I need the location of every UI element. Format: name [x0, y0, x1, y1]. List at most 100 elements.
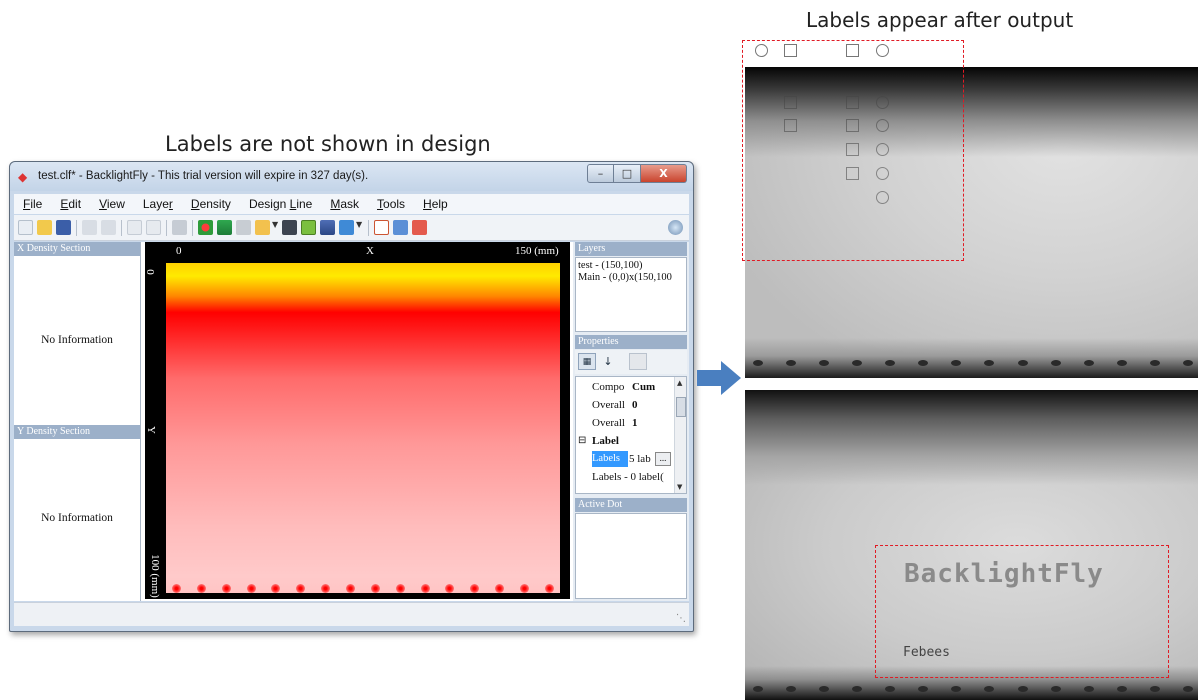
minimize-button[interactable]: – — [587, 164, 614, 183]
x-no-information: No Information — [41, 334, 113, 346]
led-dot — [1050, 360, 1061, 366]
x-density-section-header: X Density Section — [14, 242, 140, 256]
menu-layer[interactable]: Layer — [134, 197, 182, 211]
menu-layer-pre: Laye — [142, 197, 169, 211]
table-icon[interactable] — [412, 220, 427, 235]
print-icon[interactable] — [172, 220, 187, 235]
collapse-icon[interactable]: ⊟ — [578, 432, 586, 450]
chart-icon[interactable] — [339, 220, 354, 235]
menu-edit[interactable]: Edit — [51, 197, 90, 211]
undo-icon[interactable] — [82, 220, 97, 235]
menu-view[interactable]: View — [90, 197, 134, 211]
new-file-icon[interactable] — [18, 220, 33, 235]
sort-alpha-icon[interactable]: ↓ — [599, 353, 617, 370]
menu-density-rest: ensity — [199, 197, 231, 211]
menu-tools-rest: ools — [383, 197, 406, 211]
led-dot — [520, 584, 530, 593]
density-icon[interactable] — [198, 220, 213, 235]
layer-item[interactable]: Main - (0,0)x(150,100 — [578, 272, 684, 284]
window-icon[interactable] — [393, 220, 408, 235]
led-dot — [1083, 686, 1094, 692]
design-canvas[interactable]: 0 X 150 (mm) 0 Y 100 (mm) — [143, 242, 570, 599]
resize-grip-icon[interactable]: ⋱ — [676, 613, 686, 624]
categorized-icon[interactable]: ▦ — [578, 353, 596, 370]
led-dot — [470, 584, 480, 593]
led-dot — [918, 360, 929, 366]
led-dot — [420, 584, 430, 593]
property-row[interactable]: Overall 0 — [576, 396, 672, 414]
menu-file-rest: ile — [30, 197, 43, 211]
fill-icon[interactable] — [255, 220, 270, 235]
menu-tools[interactable]: Tools — [368, 197, 414, 211]
density-plot[interactable] — [166, 263, 560, 593]
close-button[interactable]: X — [641, 164, 687, 183]
active-dot-header: Active Dot — [575, 498, 687, 512]
property-scrollbar[interactable]: ▲ ▼ — [674, 377, 686, 493]
dropdown-icon[interactable]: ▼ — [272, 220, 280, 235]
property-row[interactable]: Labels - 0 label( — [576, 468, 672, 486]
scroll-up-icon[interactable]: ▲ — [677, 379, 682, 387]
menu-design-line[interactable]: Design Line — [240, 197, 321, 211]
y-ruler-start: 0 — [143, 269, 156, 275]
status-bar: ⋱ — [14, 602, 689, 626]
led-dot — [819, 686, 830, 692]
menu-help[interactable]: Help — [414, 197, 457, 211]
maximize-button[interactable]: □ — [614, 164, 641, 183]
open-folder-icon[interactable] — [37, 220, 52, 235]
pattern-icon[interactable] — [236, 220, 251, 235]
led-dot-row — [166, 581, 560, 593]
globe-icon[interactable] — [668, 220, 683, 235]
menu-layer-key: r — [168, 197, 173, 211]
copy-icon[interactable] — [127, 220, 142, 235]
led-dot — [1083, 360, 1094, 366]
y-ruler-label: Y — [144, 426, 157, 434]
property-row-selected[interactable]: Labels 5 lab ... — [576, 450, 672, 468]
layers-list: test - (150,100) Main - (0,0)x(150,100 — [575, 257, 687, 332]
menu-density[interactable]: Density — [182, 197, 240, 211]
led-dot — [321, 584, 331, 593]
property-key: Overall — [592, 399, 625, 411]
scroll-thumb[interactable] — [676, 397, 686, 417]
led-dot — [1182, 686, 1193, 692]
property-key: Overall — [592, 417, 625, 429]
window-controls: – □ X — [587, 164, 687, 183]
highlight-box-markers — [742, 40, 964, 261]
property-row[interactable]: Compo Cum — [576, 378, 672, 396]
line-chart-icon[interactable] — [374, 220, 389, 235]
led-dot — [918, 686, 929, 692]
led-dot-row — [753, 360, 1193, 368]
toolbar-separator — [192, 220, 193, 236]
mask-icon[interactable] — [320, 220, 335, 235]
label-group-row[interactable]: ⊟ Label — [576, 432, 672, 450]
y-ruler: 0 Y 100 (mm) — [143, 260, 165, 598]
toolbar: ▼ ▼ — [14, 215, 689, 241]
side-panel: Layers test - (150,100) Main - (0,0)x(15… — [573, 242, 689, 601]
led-dot — [445, 584, 455, 593]
dropdown-icon[interactable]: ▼ — [356, 220, 364, 235]
led-dot — [544, 584, 554, 593]
redo-icon[interactable] — [101, 220, 116, 235]
grid-icon[interactable] — [217, 220, 232, 235]
menu-mask[interactable]: Mask — [321, 197, 368, 211]
layer-icon[interactable] — [282, 220, 297, 235]
layer-item[interactable]: test - (150,100) — [578, 260, 684, 272]
caption-design: Labels are not shown in design — [165, 132, 491, 156]
paste-icon[interactable] — [146, 220, 161, 235]
menu-help-rest: elp — [431, 197, 448, 211]
led-dot — [1116, 686, 1127, 692]
y-ruler-end: 100 (mm) — [148, 554, 161, 598]
property-pages-icon[interactable] — [629, 353, 647, 370]
window-title: test.clf* - BacklightFly - This trial ve… — [38, 170, 369, 182]
menu-file[interactable]: File — [14, 197, 51, 211]
led-dot — [885, 686, 896, 692]
preview-icon[interactable] — [301, 220, 316, 235]
properties-header: Properties — [575, 335, 687, 349]
right-arrow-icon — [697, 361, 741, 395]
title-bar[interactable]: ◆ test.clf* - BacklightFly - This trial … — [10, 162, 693, 191]
ellipsis-button[interactable]: ... — [655, 452, 671, 466]
led-dot — [271, 584, 281, 593]
scroll-down-icon[interactable]: ▼ — [677, 483, 682, 491]
save-icon[interactable] — [56, 220, 71, 235]
property-row[interactable]: Overall 1 — [576, 414, 672, 432]
led-dot — [1182, 360, 1193, 366]
